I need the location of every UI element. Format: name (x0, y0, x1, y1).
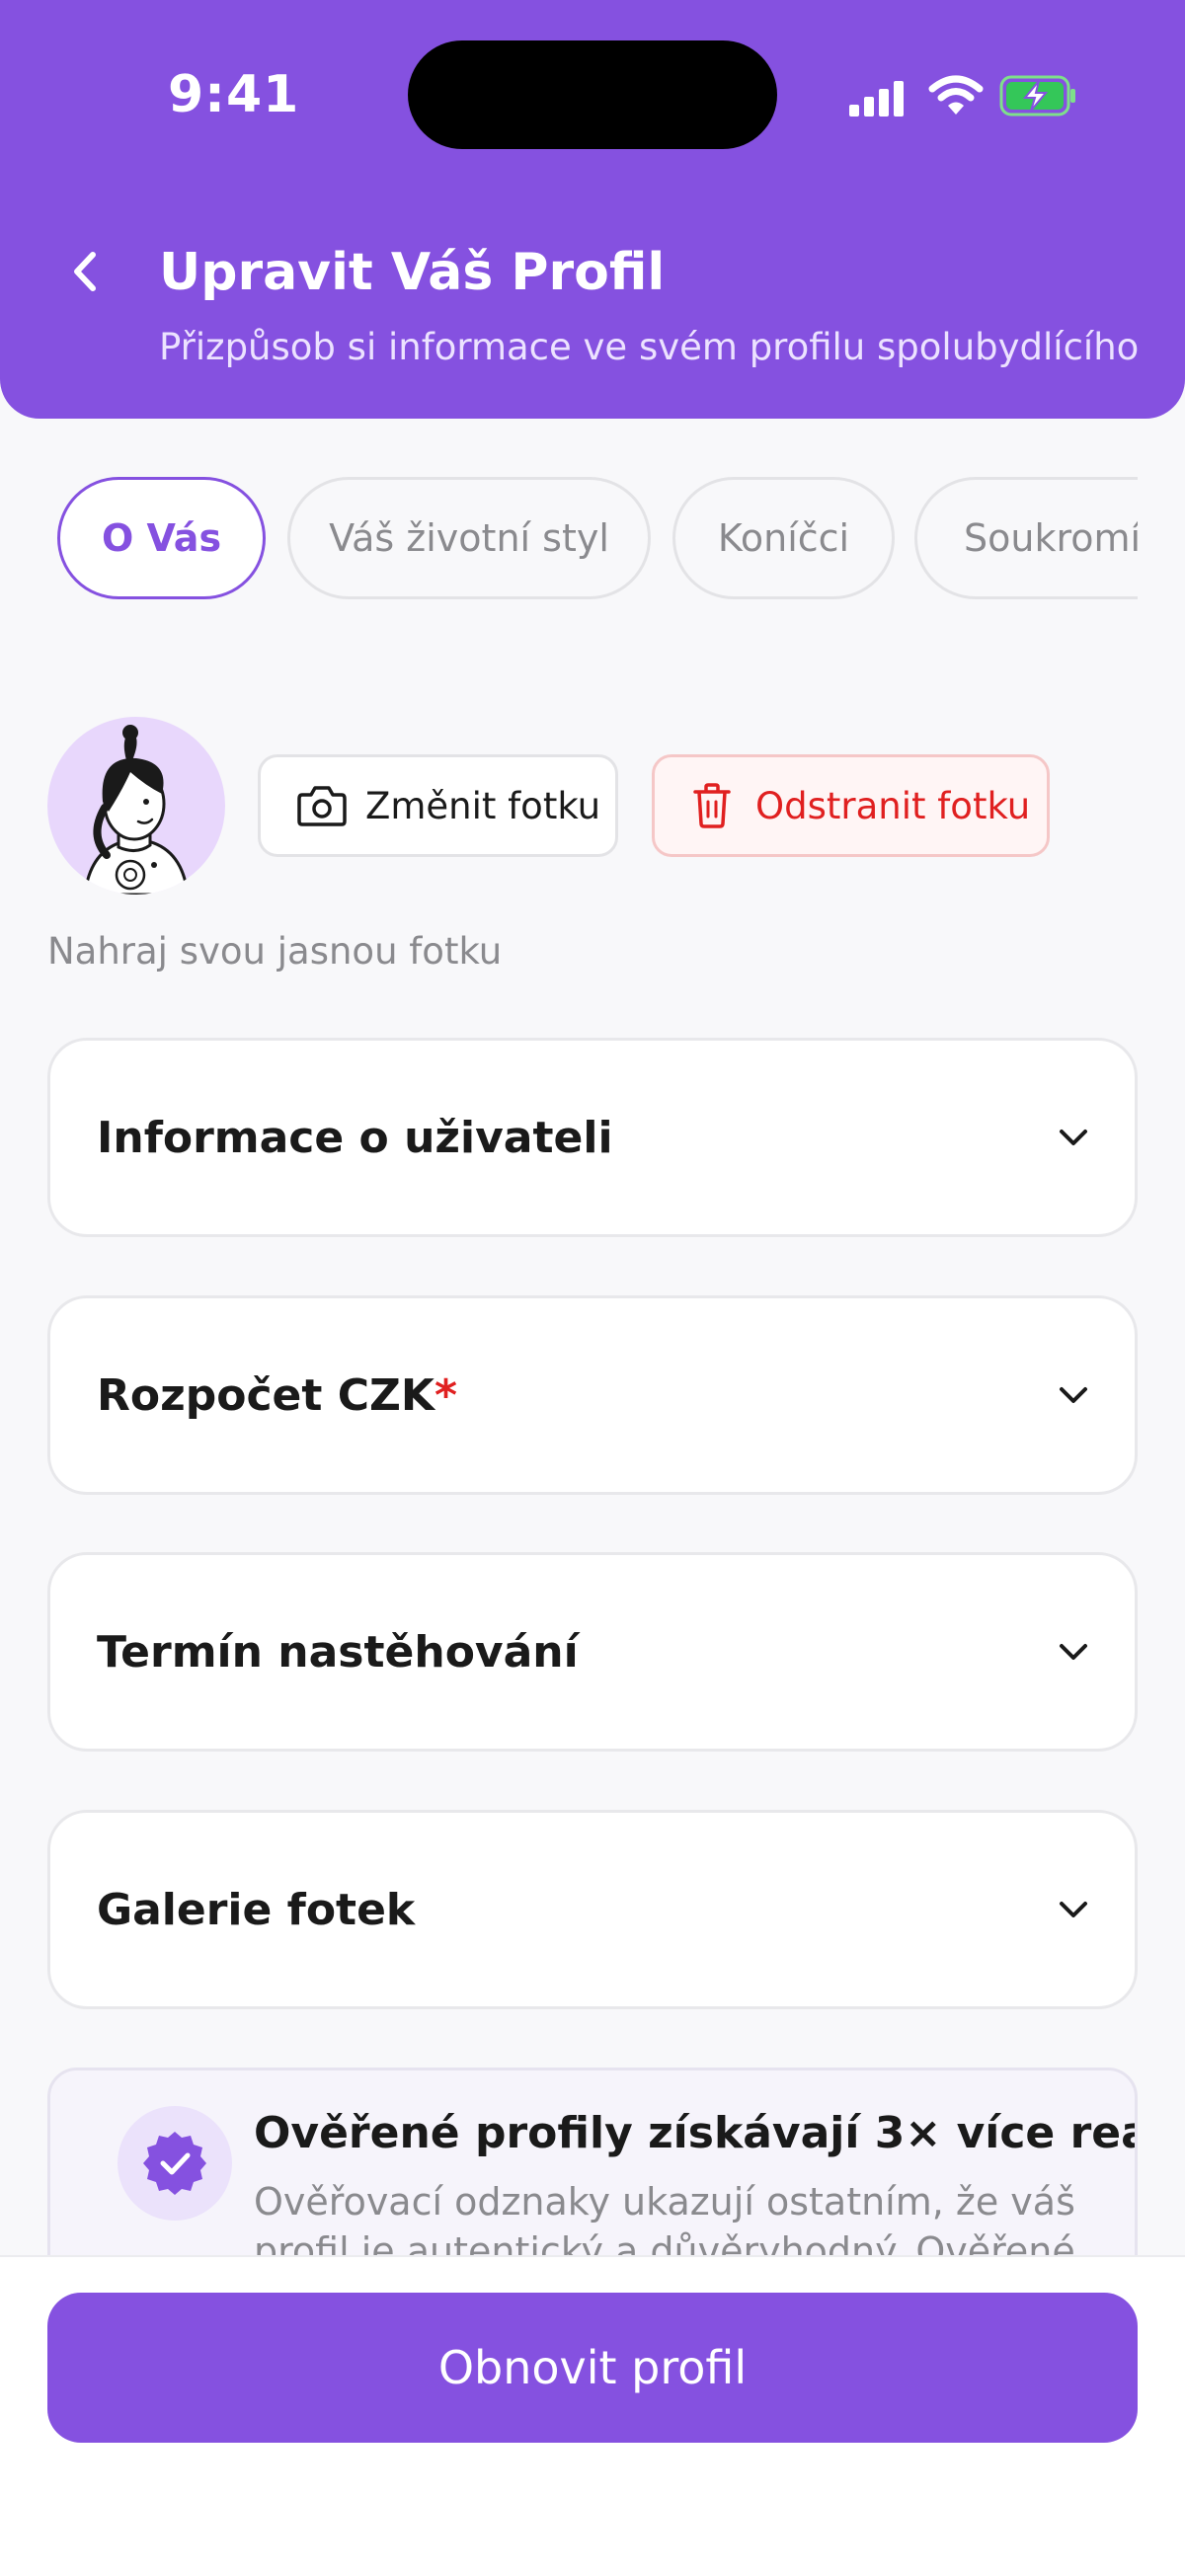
app-screen: 9:41 Upravit Váš Profil Přizpůsob si inf… (0, 0, 1185, 2576)
remove-photo-label: Odstranit fotku (755, 784, 1031, 827)
photo-hint: Nahraj svou jasnou fotku (47, 930, 503, 973)
battery-charging-icon (999, 75, 1075, 117)
status-time: 9:41 (168, 65, 300, 124)
dynamic-island (408, 40, 777, 149)
chevron-down-icon (1060, 1130, 1087, 1145)
section-photo-gallery[interactable]: Galerie fotek (47, 1810, 1138, 2009)
tab-bar: O Vás Váš životní styl Koníčci Soukromí (57, 477, 1138, 600)
verified-badge (118, 2106, 232, 2221)
tab-konicci[interactable]: Koníčci (672, 477, 895, 599)
change-photo-label: Změnit fotku (365, 784, 601, 827)
chevron-down-icon (1060, 1644, 1087, 1660)
page-title: Upravit Váš Profil (159, 243, 666, 302)
chevron-down-icon (1060, 1902, 1087, 1917)
avatar-illustration (83, 725, 190, 895)
tab-zivotni-styl[interactable]: Váš životní styl (287, 477, 651, 599)
trash-icon (693, 783, 731, 828)
required-mark: * (434, 1369, 458, 1421)
section-user-info[interactable]: Informace o uživateli (47, 1038, 1138, 1237)
section-label: Rozpočet CZK (97, 1369, 435, 1421)
back-arrow-icon[interactable] (59, 245, 113, 298)
section-budget[interactable]: Rozpočet CZK * (47, 1295, 1138, 1495)
section-label-wrapper: Rozpočet CZK * (97, 1298, 457, 1492)
bottom-bar: Obnovit profil (0, 2255, 1185, 2576)
section-move-in-date[interactable]: Termín nastěhování (47, 1552, 1138, 1752)
cellular-signal-icon (849, 81, 904, 117)
section-label: Galerie fotek (97, 1884, 416, 1935)
remove-photo-button[interactable]: Odstranit fotku (652, 754, 1050, 857)
verified-title: Ověřené profily získávají 3× více reakcí… (254, 2108, 1135, 2158)
wifi-icon (928, 75, 984, 115)
section-label: Termín nastěhování (97, 1626, 579, 1678)
page-subtitle: Přizpůsob si informace ve svém profilu s… (159, 326, 1140, 368)
change-photo-button[interactable]: Změnit fotku (258, 754, 618, 857)
chevron-down-icon (1060, 1387, 1087, 1403)
tab-o-vas[interactable]: O Vás (57, 477, 266, 599)
camera-icon (297, 786, 347, 826)
section-label: Informace o uživateli (97, 1112, 613, 1163)
tab-soukromi[interactable]: Soukromí (914, 477, 1138, 599)
avatar (47, 717, 225, 895)
verified-check-icon (143, 2132, 206, 2195)
update-profile-button[interactable]: Obnovit profil (47, 2293, 1138, 2443)
header: 9:41 Upravit Váš Profil Přizpůsob si inf… (0, 0, 1185, 419)
